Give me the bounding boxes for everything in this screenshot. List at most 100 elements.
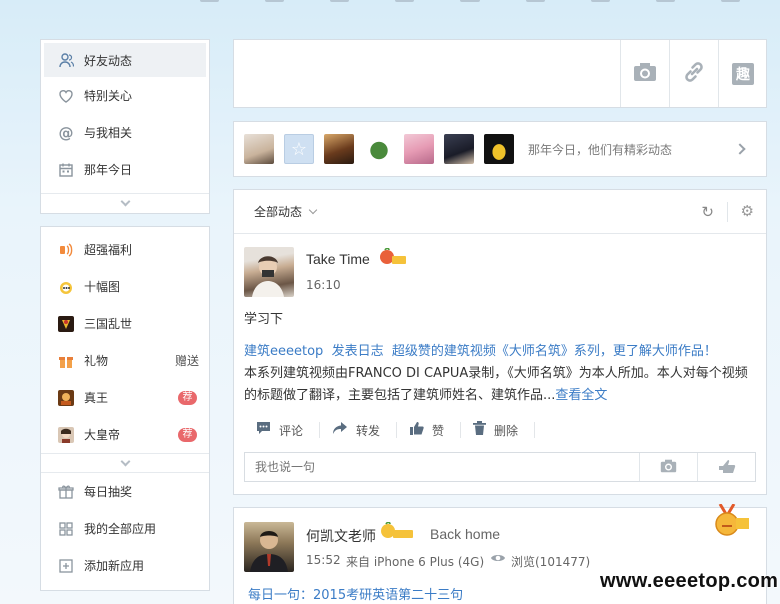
post-time: 16:10: [306, 278, 341, 292]
calendar-icon: [57, 161, 75, 179]
sidebar-expand-button[interactable]: [41, 193, 209, 213]
comment-box: [244, 452, 756, 482]
avatar[interactable]: ☆: [284, 134, 314, 164]
sidebar-item-three-kingdoms[interactable]: 三国乱世: [41, 305, 209, 342]
chevron-down-icon[interactable]: [308, 205, 318, 215]
poster-name[interactable]: 何凯文老师: [306, 526, 376, 546]
sidebar-item-label: 与我相关: [84, 126, 133, 140]
lottery-icon: [57, 483, 75, 501]
sidebar-item-daily-lottery[interactable]: 每日抽奖: [41, 473, 209, 510]
delete-button[interactable]: 删除: [461, 421, 536, 439]
comment-button[interactable]: 评论: [244, 421, 321, 439]
refresh-icon[interactable]: ↻: [701, 203, 714, 221]
post-text: 学习下: [244, 312, 284, 327]
delete-label: 删除: [494, 423, 519, 438]
on-this-day-bar[interactable]: ☆ 那年今日，他们有精彩动态: [233, 121, 767, 177]
sidebar-item-on-this-day[interactable]: 那年今日: [41, 151, 209, 188]
gift-sound-icon: [57, 241, 75, 259]
avatar[interactable]: [444, 134, 474, 164]
status-publisher: 趣: [233, 39, 767, 108]
avatar[interactable]: [244, 522, 294, 572]
post-status-text: Back home: [430, 526, 501, 542]
sidebar-item-super-welfare[interactable]: 超强福利: [41, 231, 209, 268]
post-time: 15:52: [306, 553, 341, 567]
avatar[interactable]: [404, 134, 434, 164]
friends-icon: [57, 51, 75, 69]
share-source-link[interactable]: 建筑eeeetop: [244, 344, 323, 359]
sidebar-item-add-app[interactable]: 添加新应用: [41, 547, 209, 584]
game-icon: [57, 426, 75, 444]
hand-icon: [717, 458, 737, 477]
feed-filter-dropdown[interactable]: 全部动态: [254, 203, 302, 220]
like-label: 赞: [432, 423, 445, 438]
add-icon: [57, 557, 75, 575]
trash-icon: [473, 421, 487, 439]
post-actions: 评论 转发 赞 删除: [244, 416, 756, 444]
game-icon: [57, 389, 75, 407]
vip-badge-icon: [380, 521, 414, 543]
feed-card: 全部动态 ↻ ⚙ Take Time 16:10 学习下 建筑eeeetop 发…: [233, 189, 767, 495]
forward-icon: [332, 421, 348, 439]
sidebar-item-gift[interactable]: 礼物 赠送: [41, 342, 209, 379]
send-gift-link[interactable]: 赠送: [175, 352, 199, 369]
forward-button[interactable]: 转发: [320, 421, 398, 439]
watermark-text: www.eeeetop.com: [600, 570, 779, 592]
fun-icon: 趣: [732, 62, 754, 85]
sidebar-item-label: 超强福利: [84, 243, 133, 257]
sidebar-item-special-care[interactable]: 特别关心: [41, 77, 209, 114]
sidebar-item-great-emperor[interactable]: 大皇帝 荐: [41, 416, 209, 453]
avatar[interactable]: [484, 134, 514, 164]
anniversary-medal-icon: [712, 503, 750, 543]
comment-emoji-button[interactable]: [697, 453, 755, 481]
fun-button[interactable]: 趣: [718, 40, 767, 107]
camera-icon: [660, 459, 677, 476]
feed-header: 全部动态 ↻ ⚙: [234, 190, 766, 234]
upload-photo-button[interactable]: [620, 40, 669, 107]
avatar[interactable]: [364, 134, 394, 164]
grid-icon: [57, 520, 75, 538]
heart-icon: [57, 87, 75, 105]
avatar[interactable]: [244, 247, 294, 297]
sidebar-item-label: 特别关心: [84, 89, 133, 103]
share-title-link[interactable]: 超级赞的建筑视频《大师名筑》系列，更了解大师作品！: [392, 344, 717, 359]
sidebar-item-true-king[interactable]: 真王 荐: [41, 379, 209, 416]
sidebar-item-label: 十幅图: [84, 280, 121, 294]
sidebar-item-ten-pictures[interactable]: 十幅图: [41, 268, 209, 305]
comment-icon: [256, 421, 271, 439]
avatar[interactable]: [244, 134, 274, 164]
share-action-text: 发表日志: [331, 344, 384, 359]
view-count: 浏览(101477): [511, 555, 591, 569]
camera-icon: [633, 62, 657, 85]
comment-label: 评论: [279, 423, 304, 438]
sidebar-apps: 超强福利 十幅图 三国乱世 礼物 赠送 真王 荐 大皇帝 荐 每日抽奖 我的全部…: [40, 226, 210, 591]
on-this-day-text: 那年今日，他们有精彩动态: [528, 142, 673, 157]
comment-input[interactable]: [245, 453, 639, 481]
sidebar-item-all-apps[interactable]: 我的全部应用: [41, 510, 209, 547]
sidebar-item-related-to-me[interactable]: @ 与我相关: [41, 114, 209, 151]
sidebar-item-label: 好友动态: [84, 53, 133, 68]
share-link-button[interactable]: [669, 40, 718, 107]
sidebar-apps-expand-button[interactable]: [41, 453, 209, 473]
chevron-down-icon: [120, 196, 130, 207]
chevron-right-icon[interactable]: [734, 143, 746, 155]
recommend-badge: 荐: [178, 427, 197, 442]
avatar[interactable]: [324, 134, 354, 164]
at-icon: @: [58, 123, 74, 142]
forward-label: 转发: [356, 423, 381, 438]
poster-name[interactable]: Take Time: [306, 251, 370, 267]
link-icon: [682, 60, 706, 87]
read-more-link[interactable]: 查看全文: [555, 388, 607, 403]
gear-icon[interactable]: ⚙: [741, 202, 754, 220]
like-button[interactable]: 赞: [397, 422, 462, 438]
sidebar-item-label: 三国乱世: [84, 317, 133, 331]
comment-photo-button[interactable]: [639, 453, 697, 481]
sidebar-item-label: 添加新应用: [84, 559, 145, 573]
sidebar-item-label: 那年今日: [84, 163, 133, 177]
sidebar-feeds: 好友动态 特别关心 @ 与我相关 那年今日: [40, 39, 210, 214]
post-text: 每日一句：2015考研英语第二十三句: [248, 588, 464, 603]
sidebar-item-label: 我的全部应用: [84, 522, 157, 536]
chevron-down-icon: [120, 456, 130, 466]
status-input[interactable]: [234, 40, 620, 107]
shared-blog: 建筑eeeetop 发表日志 超级赞的建筑视频《大师名筑》系列，更了解大师作品！…: [244, 341, 754, 407]
sidebar-item-friends-feed[interactable]: 好友动态: [44, 43, 206, 77]
